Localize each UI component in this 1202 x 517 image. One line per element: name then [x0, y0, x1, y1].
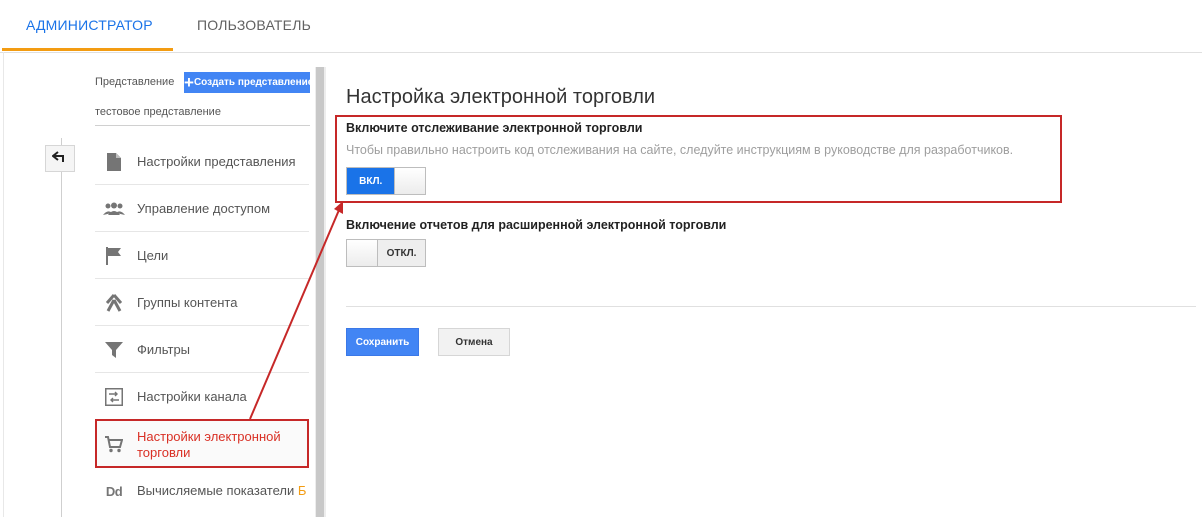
sidebar-item-content-groups[interactable]: Группы контента	[95, 280, 309, 326]
back-arrow-icon	[51, 150, 68, 168]
plus-icon: +	[184, 73, 194, 92]
content-groups-icon	[103, 292, 125, 314]
sidebar-item-access-management[interactable]: Управление доступом	[95, 186, 309, 232]
current-view-name[interactable]: тестовое представление	[95, 106, 221, 118]
cancel-button[interactable]: Отмена	[438, 328, 510, 356]
create-view-label: Создать представление	[193, 77, 310, 88]
toggle-knob	[347, 240, 378, 266]
cart-icon	[103, 433, 125, 455]
sidebar-item-label: Настройки представления	[137, 154, 296, 169]
beta-fragment: Б	[297, 483, 307, 498]
toggle-knob	[394, 168, 425, 194]
sidebar-item-view-settings[interactable]: Настройки представления	[95, 139, 309, 185]
active-tab-indicator	[2, 48, 173, 51]
flag-icon	[103, 245, 125, 267]
create-view-button[interactable]: + Создать представление	[184, 72, 310, 93]
toggle-off-label: ОТКЛ.	[378, 240, 425, 266]
left-edge-line	[3, 52, 4, 517]
tracking-section-title: Включите отслеживание электронной торгов…	[346, 121, 643, 135]
dd-icon: Dd	[105, 483, 123, 499]
content-divider	[346, 306, 1196, 307]
sidebar-item-filters[interactable]: Фильтры	[95, 327, 309, 373]
enhanced-ecommerce-toggle[interactable]: ОТКЛ.	[346, 239, 426, 267]
sidebar-item-channel-settings[interactable]: Настройки канала	[95, 374, 309, 420]
back-button[interactable]	[45, 145, 75, 172]
sidebar-item-goals[interactable]: Цели	[95, 233, 309, 279]
enhanced-section-title: Включение отчетов для расширенной электр…	[346, 218, 727, 232]
sidebar-item-calculated-metrics[interactable]: Dd Вычисляемые показатели Б	[95, 468, 309, 514]
tab-user[interactable]: ПОЛЬЗОВАТЕЛЬ	[197, 0, 311, 50]
save-button[interactable]: Сохранить	[346, 328, 419, 356]
sidebar-item-label: Настройки электронной торговли	[137, 429, 281, 460]
sidebar-item-label: Цели	[137, 248, 169, 263]
view-label: Представление	[95, 76, 175, 88]
sidebar-scrollbar-thumb[interactable]	[316, 67, 324, 517]
document-icon	[103, 151, 125, 173]
tab-administrator[interactable]: АДМИНИСТРАТОР	[26, 0, 153, 50]
sidebar-item-label: Управление доступом	[137, 201, 271, 216]
sidebar-item-label: Группы контента	[137, 295, 238, 310]
sidebar-item-ecommerce-settings[interactable]: Настройки электронной торговли	[95, 421, 309, 467]
filter-icon	[103, 339, 125, 361]
ecommerce-tracking-toggle[interactable]: ВКЛ.	[346, 167, 426, 195]
people-icon	[103, 198, 125, 220]
channel-settings-icon	[103, 386, 125, 408]
view-divider	[95, 125, 310, 126]
page-title: Настройка электронной торговли	[346, 86, 656, 108]
tracking-description: Чтобы правильно настроить код отслеживан…	[346, 143, 1014, 157]
tree-line	[61, 138, 62, 517]
toggle-on-label: ВКЛ.	[347, 168, 395, 194]
sidebar-item-label: Настройки канала	[137, 389, 247, 404]
sidebar-item-label: Вычисляемые показатели Б	[137, 483, 306, 499]
sidebar-item-label: Фильтры	[137, 342, 191, 357]
top-tab-bar: АДМИНИСТРАТОР ПОЛЬЗОВАТЕЛЬ	[0, 0, 1202, 53]
sidebar-item-text: Вычисляемые показатели	[137, 483, 295, 498]
